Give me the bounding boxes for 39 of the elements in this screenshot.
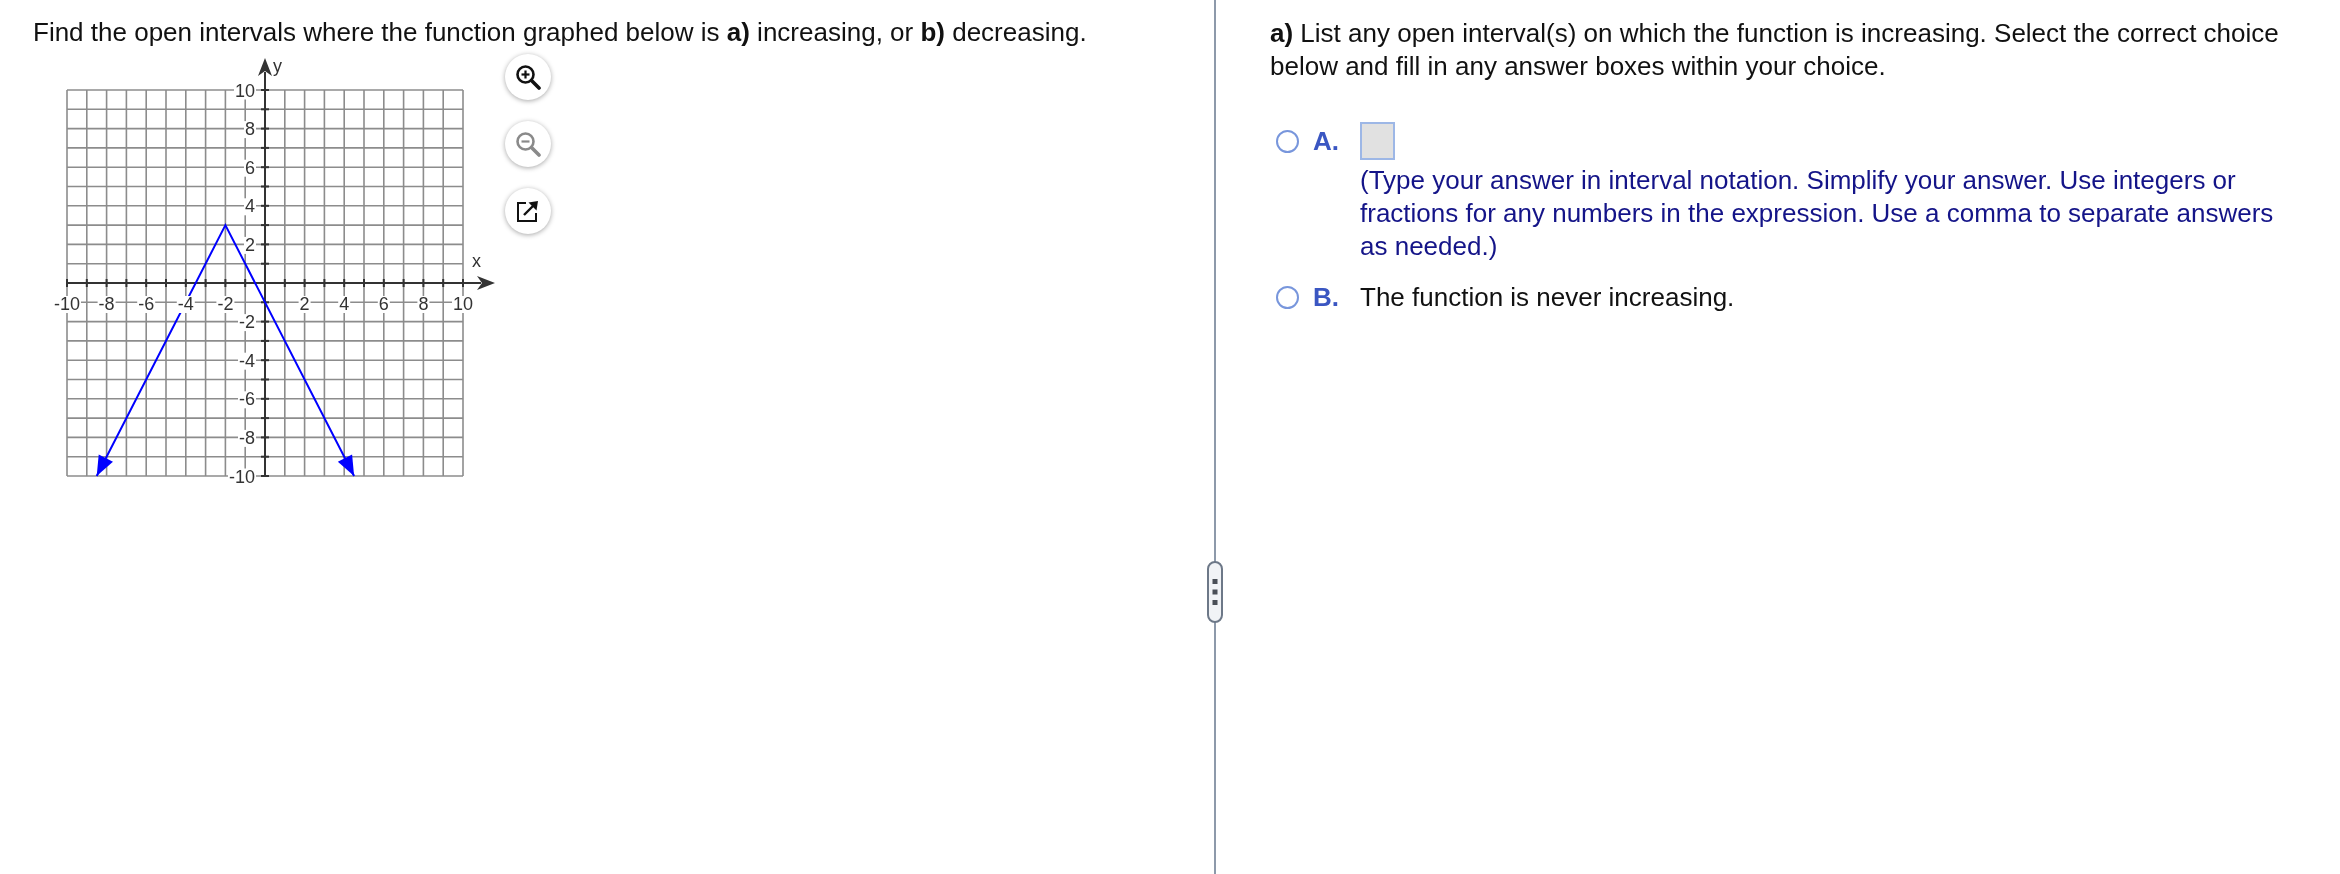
zoom-in-button[interactable] <box>505 54 551 100</box>
question-text: Find the open intervals where the function graphed below is a) increasing, or b) decreasing. <box>33 17 1088 48</box>
tick-label: -6 <box>239 389 255 410</box>
popout-button[interactable] <box>505 188 551 234</box>
tick-label: 10 <box>453 294 473 314</box>
tick-label: 8 <box>245 119 255 140</box>
tick-label: 6 <box>245 157 255 178</box>
radio-button[interactable] <box>1276 129 1299 153</box>
tick-label: -2 <box>217 294 234 314</box>
arrowhead <box>96 454 113 476</box>
choice-label[interactable]: B. <box>1313 281 1339 314</box>
axis-label: y <box>273 56 282 76</box>
external-link-icon <box>517 200 539 222</box>
choice-text[interactable]: The function is never increasing. <box>1360 281 1735 314</box>
tick-label: -2 <box>239 312 255 333</box>
tick-label: 10 <box>234 80 255 101</box>
tick-label: 2 <box>245 234 255 255</box>
zoom-out-icon <box>515 131 541 157</box>
answer-instructions: (Type your answer in interval notation. Simplify your answer. Use integers or fractions for any numbers in the expression. Use a comma to separate answers as needed.) <box>1360 164 2275 263</box>
tick-label: -4 <box>239 350 255 371</box>
choice-label[interactable]: A. <box>1313 124 1339 158</box>
tick-label: -8 <box>98 294 115 314</box>
radio-button[interactable] <box>1276 286 1299 309</box>
tick-label: -6 <box>138 294 155 314</box>
resize-handle[interactable] <box>1207 561 1223 623</box>
tick-label: -10 <box>229 466 255 487</box>
axis-label: x <box>472 251 481 271</box>
part-prompt: a) List any open interval(s) on which the function is increasing. Select the correct choice below and fill in any answer boxes within your choice. <box>1270 17 2280 83</box>
tick-label: 4 <box>245 196 255 217</box>
tick-label: 4 <box>339 294 350 314</box>
zoom-in-icon <box>515 64 541 90</box>
arrowhead <box>337 454 355 476</box>
tick-label: 6 <box>378 294 389 314</box>
tick-label: 2 <box>299 294 310 314</box>
tick-label: -8 <box>239 427 255 448</box>
tick-label: -4 <box>177 294 194 314</box>
grip-icon <box>1212 579 1218 605</box>
tick-label: 8 <box>418 294 429 314</box>
tick-label: -10 <box>54 294 80 314</box>
